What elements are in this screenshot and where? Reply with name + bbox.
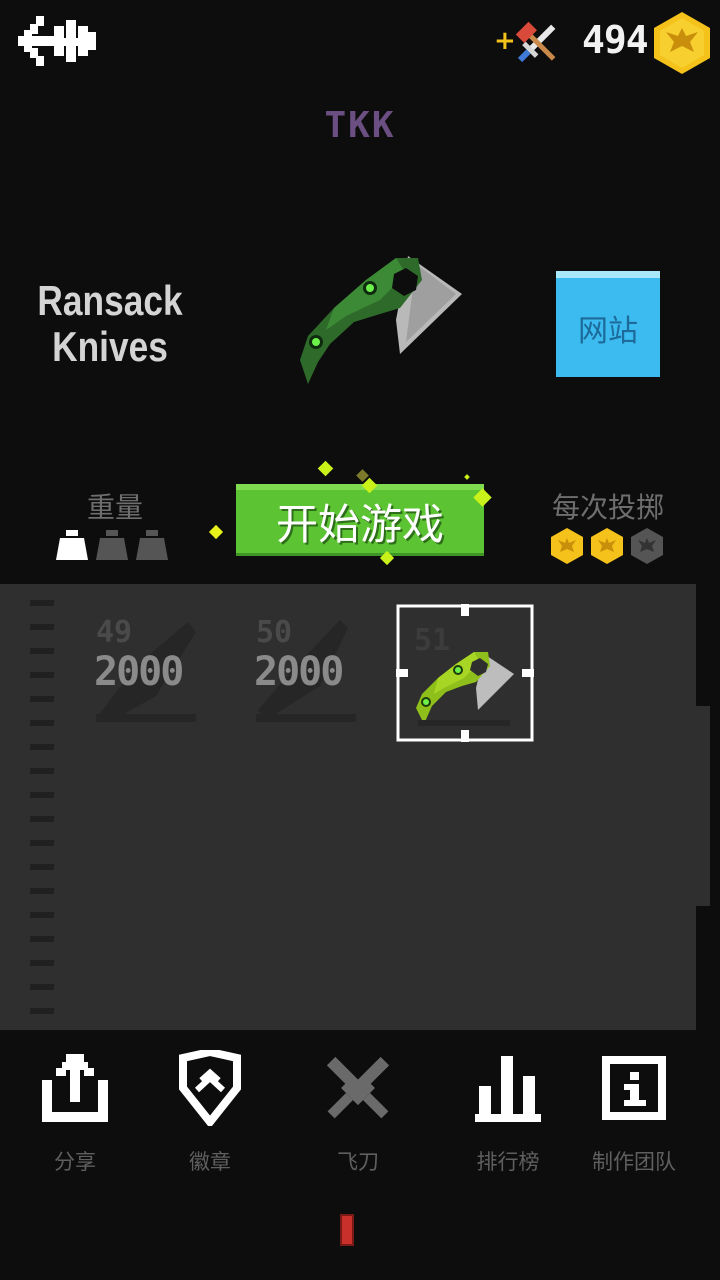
- knife-slot-locked[interactable]: 50 2000: [254, 606, 392, 740]
- back-button[interactable]: [18, 12, 98, 70]
- slot-price: 2000: [94, 649, 184, 695]
- knife-name-line1: Ransack: [37, 277, 183, 324]
- nav-badges-label: 徽章: [189, 1150, 231, 1174]
- nav-credits-label: 制作团队: [592, 1150, 676, 1174]
- info-icon: [602, 1056, 666, 1120]
- weight-label: 重量: [86, 491, 143, 524]
- gold-coin-icon: [654, 12, 710, 74]
- slot-number: 49: [96, 615, 133, 650]
- nav-credits[interactable]: 制作团队: [574, 1050, 694, 1180]
- slot-price: 2000: [254, 649, 344, 695]
- panel-tab: [696, 706, 710, 906]
- knife-name: Ransack Knives: [34, 278, 185, 370]
- start-game-button[interactable]: 开始游戏: [236, 484, 484, 556]
- website-button[interactable]: 网站: [556, 271, 660, 377]
- knife-slot-selected[interactable]: 51: [394, 602, 536, 744]
- nav-badges[interactable]: 徽章: [150, 1050, 270, 1180]
- badge-icon: [179, 1050, 241, 1126]
- crossed-knives-icon: [326, 1056, 390, 1119]
- nav-share-label: 分享: [54, 1150, 96, 1174]
- nav-share[interactable]: 分享: [15, 1050, 135, 1180]
- knife-name-line2: Knives: [52, 323, 168, 370]
- knife-slot-locked[interactable]: 49 2000: [94, 606, 232, 740]
- selected-knife-image: [416, 652, 514, 726]
- nav-leaderboard[interactable]: 排行榜: [448, 1050, 568, 1180]
- nav-knives-label: 飞刀: [337, 1150, 379, 1174]
- weight-empty-icon: [136, 530, 168, 560]
- leaderboard-icon: [475, 1056, 541, 1122]
- gold-medal-icon: [591, 528, 623, 564]
- sparkle: [208, 524, 224, 540]
- sparkle: [464, 474, 470, 480]
- back-arrow-icon: [18, 16, 96, 66]
- gold-medal-icon: [551, 528, 583, 564]
- brand-logo: TKK: [324, 105, 396, 146]
- sparkle: [317, 460, 334, 477]
- throw-cost-label: 每次投掷: [551, 491, 664, 524]
- weight-empty-icon: [96, 530, 128, 560]
- slot-number: 50: [256, 615, 293, 650]
- panel-spine: [30, 600, 54, 1014]
- coin-count: 494: [582, 18, 649, 62]
- share-icon: [42, 1054, 108, 1122]
- page-indicator: [340, 1214, 354, 1246]
- gray-medal-icon: [631, 528, 663, 564]
- nav-knives[interactable]: 飞刀: [298, 1050, 418, 1180]
- nav-leaderboard-label: 排行榜: [476, 1150, 540, 1174]
- weight-filled-icon: [56, 530, 88, 560]
- weapons-shop-icon[interactable]: [510, 18, 564, 68]
- knife-preview-image: [296, 250, 468, 390]
